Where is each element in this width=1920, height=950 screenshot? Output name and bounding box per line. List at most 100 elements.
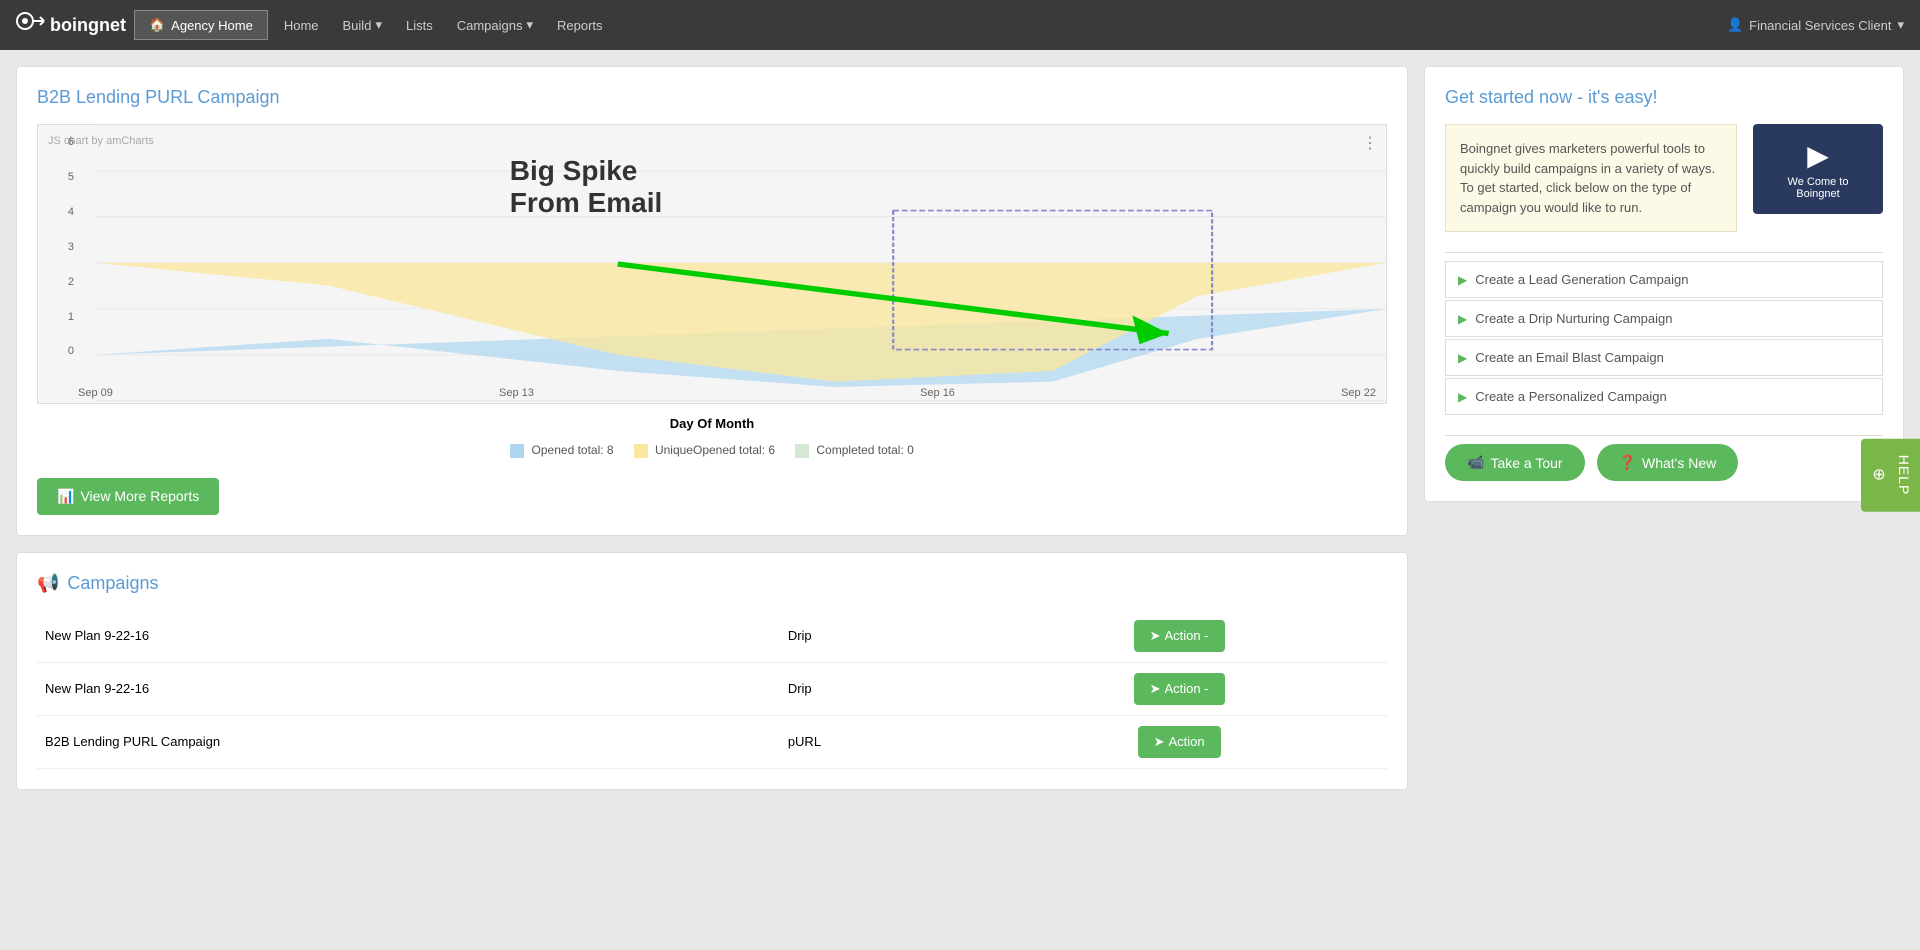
- x-label-sep13: Sep 13: [499, 387, 534, 399]
- table-row: B2B Lending PURL Campaign pURL ➤ Action: [37, 715, 1387, 768]
- legend-swatch-opened: [510, 444, 524, 458]
- y-label-5: 5: [38, 171, 78, 183]
- play-icon: ▶: [1807, 139, 1829, 172]
- main-wrapper: B2B Lending PURL Campaign ⋮ JS chart by …: [0, 50, 1920, 806]
- chart-card: B2B Lending PURL Campaign ⋮ JS chart by …: [16, 66, 1408, 536]
- chart-legend: Opened total: 8 UniqueOpened total: 6 Co…: [37, 443, 1387, 458]
- action-label-2: Action -: [1165, 681, 1209, 696]
- arrow-icon-blast: ▶: [1458, 351, 1467, 365]
- link-personalized-label: Create a Personalized Campaign: [1475, 389, 1667, 404]
- y-label-6: 6: [38, 136, 78, 148]
- link-lead-gen-label: Create a Lead Generation Campaign: [1475, 272, 1688, 287]
- view-more-label: View More Reports: [80, 488, 199, 504]
- user-caret-icon: ▾: [1897, 17, 1904, 33]
- take-tour-button[interactable]: 📹 Take a Tour: [1445, 444, 1585, 481]
- nav-campaigns[interactable]: Campaigns ▾: [445, 11, 545, 39]
- x-label-sep22: Sep 22: [1341, 387, 1376, 399]
- divider-2: [1445, 435, 1883, 436]
- campaigns-title: 📢 Campaigns: [37, 573, 1387, 594]
- link-lead-gen[interactable]: ▶ Create a Lead Generation Campaign: [1445, 261, 1883, 298]
- arrow-icon-drip: ▶: [1458, 312, 1467, 326]
- nav-home[interactable]: Home: [272, 12, 331, 39]
- help-circle-icon: ⊕: [1869, 468, 1888, 482]
- video-camera-icon: 📹: [1467, 454, 1484, 471]
- action-arrow-icon-2: ➤: [1150, 681, 1161, 697]
- action-button-1[interactable]: ➤ Action -: [1134, 620, 1225, 652]
- chart-svg: [38, 125, 1386, 403]
- user-menu[interactable]: 👤 Financial Services Client ▾: [1727, 17, 1904, 33]
- campaign-name-1: New Plan 9-22-16: [37, 610, 780, 663]
- agency-home-label: Agency Home: [171, 18, 253, 33]
- x-label-sep16: Sep 16: [920, 387, 955, 399]
- bar-chart-icon: 📊: [57, 488, 74, 505]
- legend-unique: UniqueOpened total: 6: [634, 443, 775, 458]
- brand-logo: boingnet: [16, 11, 126, 39]
- agency-home-button[interactable]: 🏠 Agency Home: [134, 10, 268, 40]
- campaign-name-2: New Plan 9-22-16: [37, 662, 780, 715]
- campaign-type-1: Drip: [780, 610, 971, 663]
- table-row: New Plan 9-22-16 Drip ➤ Action -: [37, 610, 1387, 663]
- action-button-2[interactable]: ➤ Action -: [1134, 673, 1225, 705]
- take-tour-label: Take a Tour: [1490, 455, 1562, 471]
- x-label-sep09: Sep 09: [78, 387, 113, 399]
- get-started-card: Get started now - it's easy! Boingnet gi…: [1424, 66, 1904, 502]
- campaign-type-3: pURL: [780, 715, 971, 768]
- legend-swatch-completed: [795, 444, 809, 458]
- campaign-links: ▶ Create a Lead Generation Campaign ▶ Cr…: [1445, 261, 1883, 415]
- user-icon: 👤: [1727, 17, 1743, 33]
- legend-opened: Opened total: 8: [510, 443, 613, 458]
- campaign-type-2: Drip: [780, 662, 971, 715]
- y-label-4: 4: [38, 206, 78, 218]
- get-started-title: Get started now - it's easy!: [1445, 87, 1883, 108]
- megaphone-icon: 📢: [37, 573, 59, 594]
- action-arrow-icon-3: ➤: [1154, 734, 1165, 750]
- y-label-2: 2: [38, 276, 78, 288]
- link-drip-label: Create a Drip Nurturing Campaign: [1475, 311, 1672, 326]
- link-personalized[interactable]: ▶ Create a Personalized Campaign: [1445, 378, 1883, 415]
- nav-build[interactable]: Build ▾: [331, 11, 394, 39]
- intro-video-thumbnail[interactable]: ▶ We Come to Boingnet: [1753, 124, 1883, 214]
- action-label-1: Action -: [1165, 628, 1209, 643]
- chart-x-axis: Sep 09 Sep 13 Sep 16 Sep 22: [78, 387, 1376, 399]
- chart-x-title: Day Of Month: [37, 416, 1387, 431]
- help-tab[interactable]: HELP ⊕: [1861, 439, 1920, 512]
- link-email-blast[interactable]: ▶ Create an Email Blast Campaign: [1445, 339, 1883, 376]
- link-email-blast-label: Create an Email Blast Campaign: [1475, 350, 1664, 365]
- view-more-reports-button[interactable]: 📊 View More Reports: [37, 478, 219, 515]
- y-label-3: 3: [38, 241, 78, 253]
- right-column: Get started now - it's easy! Boingnet gi…: [1424, 66, 1904, 790]
- campaign-name-3: B2B Lending PURL Campaign: [37, 715, 780, 768]
- y-label-0: 0: [38, 345, 78, 357]
- legend-swatch-unique: [634, 444, 648, 458]
- campaigns-card: 📢 Campaigns New Plan 9-22-16 Drip ➤ Acti…: [16, 552, 1408, 790]
- chart-menu-button[interactable]: ⋮: [1362, 133, 1378, 153]
- intro-video-label: We Come to Boingnet: [1788, 176, 1849, 200]
- home-icon: 🏠: [149, 17, 165, 33]
- navbar: boingnet 🏠 Agency Home Home Build ▾ List…: [0, 0, 1920, 50]
- arrow-icon-lead: ▶: [1458, 273, 1467, 287]
- username-label: Financial Services Client: [1749, 18, 1891, 33]
- y-label-1: 1: [38, 311, 78, 323]
- whats-new-label: What's New: [1642, 455, 1716, 471]
- chart-y-axis: 0 1 2 3 4 5 6: [38, 125, 78, 373]
- build-caret-icon: ▾: [375, 17, 382, 33]
- get-started-intro: Boingnet gives marketers powerful tools …: [1445, 124, 1883, 232]
- nav-reports[interactable]: Reports: [545, 12, 615, 39]
- action-arrow-icon-1: ➤: [1150, 628, 1161, 644]
- question-icon: ❓: [1619, 454, 1636, 471]
- link-drip[interactable]: ▶ Create a Drip Nurturing Campaign: [1445, 300, 1883, 337]
- arrow-icon-personal: ▶: [1458, 390, 1467, 404]
- campaigns-table: New Plan 9-22-16 Drip ➤ Action - New Pla…: [37, 610, 1387, 769]
- chart-container: ⋮ JS chart by amCharts 0 1 2 3 4 5 6: [37, 124, 1387, 404]
- campaigns-caret-icon: ▾: [526, 17, 533, 33]
- table-row: New Plan 9-22-16 Drip ➤ Action -: [37, 662, 1387, 715]
- intro-text: Boingnet gives marketers powerful tools …: [1445, 124, 1737, 232]
- nav-lists[interactable]: Lists: [394, 12, 445, 39]
- get-started-buttons: 📹 Take a Tour ❓ What's New: [1445, 444, 1883, 481]
- chart-card-title: B2B Lending PURL Campaign: [37, 87, 1387, 108]
- action-button-3[interactable]: ➤ Action: [1138, 726, 1221, 758]
- divider: [1445, 252, 1883, 253]
- legend-completed: Completed total: 0: [795, 443, 914, 458]
- action-label-3: Action: [1168, 734, 1204, 749]
- whats-new-button[interactable]: ❓ What's New: [1597, 444, 1739, 481]
